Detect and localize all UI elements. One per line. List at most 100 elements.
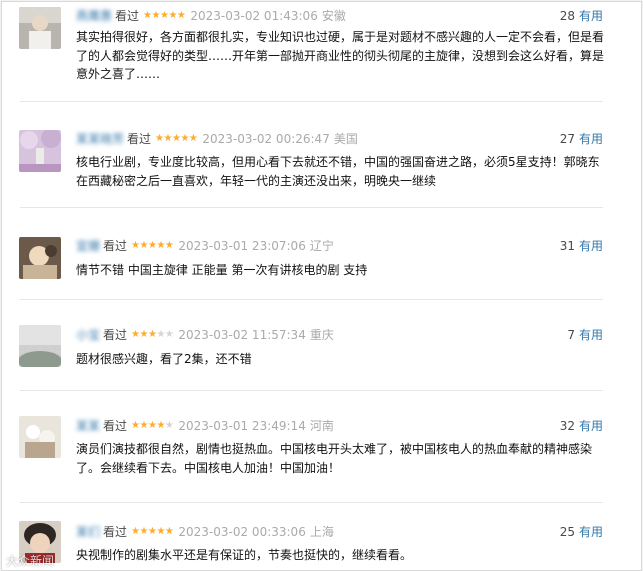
username-link[interactable]: 某们 — [76, 523, 100, 541]
star-filled-icon: ★ — [188, 133, 198, 144]
star-empty-icon: ★ — [164, 329, 174, 340]
vote-count: 28 — [559, 9, 575, 23]
star-filled-icon: ★ — [139, 329, 149, 340]
useful-button[interactable]: 有用 — [579, 525, 603, 539]
avatar[interactable] — [19, 416, 61, 458]
vote-count: 27 — [559, 132, 575, 146]
username-link[interactable]: 某某 — [76, 417, 100, 435]
star-filled-icon: ★ — [163, 133, 173, 144]
review-time: 2023-03-01 23:49:14 — [178, 419, 306, 433]
vote-area: 27 有用 — [560, 130, 603, 148]
username-link[interactable]: 小宝 — [76, 326, 100, 344]
review-time: 2023-03-02 00:33:06 — [178, 525, 306, 539]
star-filled-icon: ★ — [156, 240, 165, 251]
watched-label: 看过 — [103, 419, 128, 433]
avatar[interactable] — [19, 7, 61, 49]
rating-stars: ★★★★★ — [131, 326, 174, 344]
star-filled-icon: ★ — [139, 420, 149, 431]
vote-area: 25 有用 — [560, 523, 603, 541]
rating-stars: ★★★★★ — [131, 417, 174, 435]
star-filled-icon: ★ — [139, 240, 149, 251]
star-filled-icon: ★ — [168, 10, 177, 21]
useful-button[interactable]: 有用 — [579, 239, 603, 253]
watched-label: 看过 — [103, 328, 128, 342]
vote-count: 32 — [559, 419, 575, 433]
star-filled-icon: ★ — [180, 133, 189, 144]
vote-area: 31 有用 — [560, 237, 603, 255]
star-filled-icon: ★ — [131, 420, 140, 431]
review-location: 重庆 — [309, 328, 334, 342]
useful-button[interactable]: 有用 — [579, 132, 603, 146]
review-location: 安徽 — [321, 9, 346, 23]
review-item: 小宝 看过 ★★★★★ 2023-03-02 11:57:34 重庆 7 有用 题材很感兴… — [2, 300, 641, 391]
review-content: 题材很感兴趣，看了2集，还不错 — [76, 352, 252, 366]
star-empty-icon: ★ — [156, 329, 165, 340]
star-filled-icon: ★ — [156, 420, 165, 431]
comments-panel: 燕鹰惠 看过 ★★★★★ 2023-03-02 01:43:06 安徽 28 有用 其实拍… — [1, 1, 642, 571]
user-avatar-photo-icon — [19, 130, 61, 172]
rating-stars: ★★★★★ — [131, 237, 174, 255]
username-link[interactable]: 燕鹰惠 — [76, 7, 112, 25]
watched-label: 看过 — [127, 132, 152, 146]
review-content: 其实拍得很好，各方面都很扎实，专业知识也过硬，属于是对题材不感兴趣的人一定不会看… — [76, 30, 605, 81]
rating-stars: ★★★★★ — [155, 130, 198, 148]
star-filled-icon: ★ — [176, 10, 186, 21]
star-filled-icon: ★ — [156, 526, 165, 537]
review-location: 河南 — [309, 419, 334, 433]
vote-area: 32 有用 — [560, 417, 603, 435]
user-avatar-photo-icon — [19, 237, 61, 279]
vote-count: 25 — [559, 525, 575, 539]
review-item: 燕鹰惠 看过 ★★★★★ 2023-03-02 01:43:06 安徽 28 有用 其实拍… — [2, 2, 641, 102]
review-item: 某们 看过 ★★★★★ 2023-03-02 00:33:06 上海 25 有用 央视制作… — [2, 503, 641, 570]
star-filled-icon: ★ — [139, 526, 149, 537]
user-avatar-photo-icon — [19, 416, 61, 458]
vote-count: 31 — [559, 239, 575, 253]
star-filled-icon: ★ — [131, 329, 140, 340]
review-time: 2023-03-02 01:43:06 — [190, 9, 318, 23]
star-filled-icon: ★ — [155, 133, 164, 144]
avatar[interactable] — [19, 325, 61, 367]
avatar[interactable] — [19, 130, 61, 172]
review-location: 辽宁 — [309, 239, 334, 253]
user-avatar-photo-icon — [19, 325, 61, 367]
review-item: 某某晓芳 看过 ★★★★★ 2023-03-02 00:26:47 美国 27 有用 核电… — [2, 102, 641, 208]
review-meta: 小宝 看过 ★★★★★ 2023-03-02 11:57:34 重庆 — [76, 326, 334, 344]
rating-stars: ★★★★★ — [131, 523, 174, 541]
user-avatar-photo-icon — [19, 7, 61, 49]
useful-button[interactable]: 有用 — [579, 328, 603, 342]
star-empty-icon: ★ — [164, 420, 174, 431]
review-content: 情节不错 中国主旋律 正能量 第一次有讲核电的剧 支持 — [76, 263, 368, 277]
vote-area: 28 有用 — [560, 7, 603, 25]
review-meta: 宜姗 看过 ★★★★★ 2023-03-01 23:07:06 辽宁 — [76, 237, 334, 255]
watched-label: 看过 — [115, 9, 140, 23]
watched-label: 看过 — [103, 525, 128, 539]
review-item: 宜姗 看过 ★★★★★ 2023-03-01 23:07:06 辽宁 31 有用 情节不错… — [2, 208, 641, 300]
star-filled-icon: ★ — [164, 240, 174, 251]
review-content: 央视制作的剧集水平还是有保证的，节奏也挺快的，继续看看。 — [76, 548, 413, 562]
review-time: 2023-03-02 11:57:34 — [178, 328, 306, 342]
username-link[interactable]: 宜姗 — [76, 237, 100, 255]
review-location: 美国 — [333, 132, 358, 146]
star-filled-icon: ★ — [131, 526, 140, 537]
review-meta: 某某晓芳 看过 ★★★★★ 2023-03-02 00:26:47 美国 — [76, 130, 358, 148]
vote-count: 7 — [567, 328, 575, 342]
star-filled-icon: ★ — [131, 240, 140, 251]
review-content: 核电行业剧，专业度比较高，但用心看下去就还不错，中国的强国奋进之路，必须5星支持… — [76, 155, 600, 188]
review-meta: 某们 看过 ★★★★★ 2023-03-02 00:33:06 上海 — [76, 523, 334, 541]
review-location: 上海 — [309, 525, 334, 539]
review-time: 2023-03-01 23:07:06 — [178, 239, 306, 253]
review-time: 2023-03-02 00:26:47 — [202, 132, 330, 146]
vote-area: 7 有用 — [567, 326, 603, 344]
useful-button[interactable]: 有用 — [579, 419, 603, 433]
review-item: 某某 看过 ★★★★★ 2023-03-01 23:49:14 河南 32 有用 演员们演… — [2, 391, 641, 503]
useful-button[interactable]: 有用 — [579, 9, 603, 23]
review-meta: 某某 看过 ★★★★★ 2023-03-01 23:49:14 河南 — [76, 417, 334, 435]
username-link[interactable]: 某某晓芳 — [76, 130, 124, 148]
review-meta: 燕鹰惠 看过 ★★★★★ 2023-03-02 01:43:06 安徽 — [76, 7, 346, 25]
rating-stars: ★★★★★ — [143, 7, 186, 25]
avatar[interactable] — [19, 237, 61, 279]
star-filled-icon: ★ — [164, 526, 174, 537]
review-content: 演员们演技都很自然，剧情也挺热血。中国核电开头太难了，被中国核电人的热血奉献的精… — [76, 442, 593, 475]
star-filled-icon: ★ — [151, 10, 161, 21]
watermark: 大众新闻 — [6, 554, 55, 568]
